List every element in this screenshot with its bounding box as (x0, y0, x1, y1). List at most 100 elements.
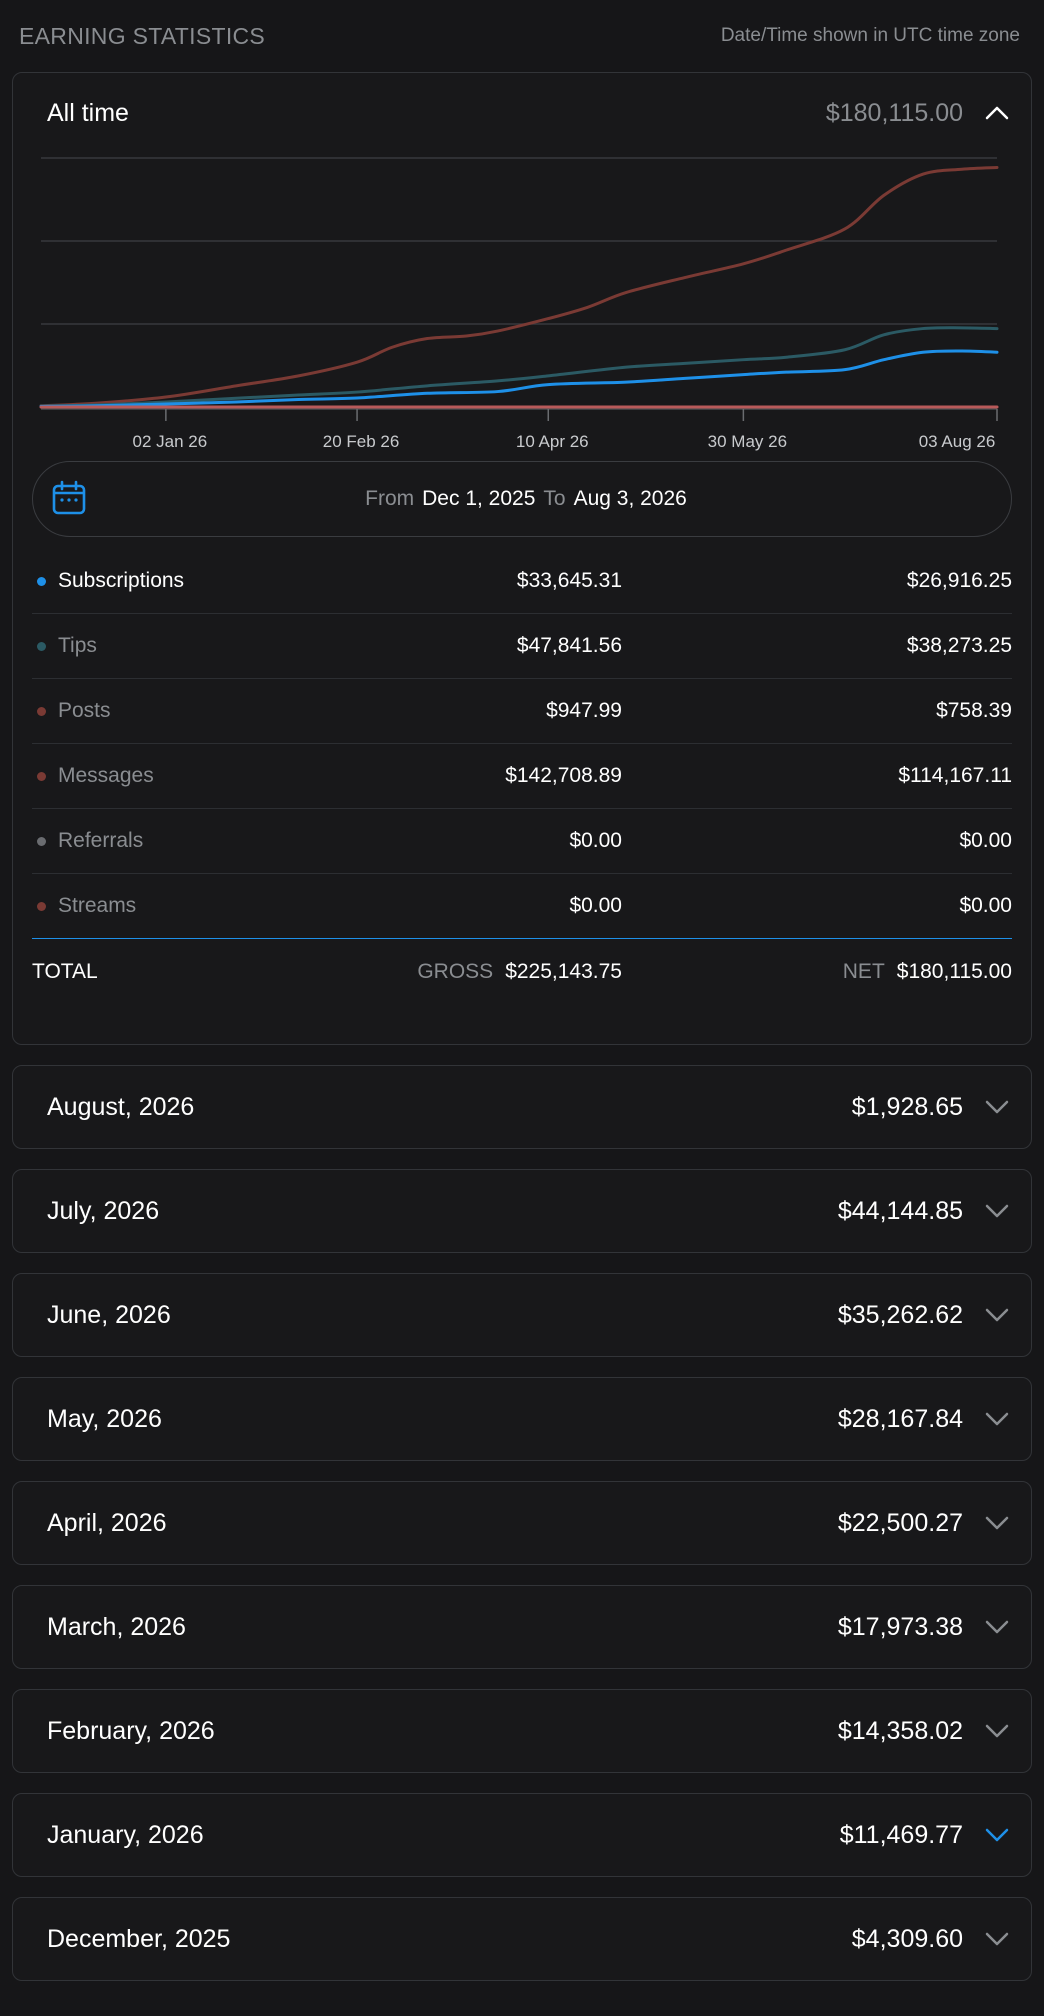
breakdown-table: Subscriptions $33,645.31 $26,916.25 Tips $47… (32, 549, 1012, 939)
breakdown-label: Referrals (58, 829, 144, 852)
gross-total: $225,143.75 (505, 960, 622, 983)
breakdown-name: Messages (32, 764, 422, 788)
breakdown-row[interactable]: Tips $47,841.56 $38,273.25 (32, 614, 1012, 679)
net-total: $180,115.00 (896, 960, 1012, 983)
breakdown-label: Tips (58, 634, 97, 657)
gross-label: GROSS (417, 960, 494, 983)
date-range-text: From Dec 1, 2025 To Aug 3, 2026 (33, 487, 1011, 511)
x-tick-label: 03 Aug 26 (919, 432, 996, 451)
to-label: To (543, 487, 566, 510)
from-label: From (365, 487, 415, 510)
month-label: January, 2026 (47, 1820, 204, 1849)
month-amount: $4,309.60 (851, 1924, 963, 1953)
breakdown-label: Streams (58, 894, 137, 917)
month-row[interactable]: July, 2026 $44,144.85 (12, 1169, 1032, 1253)
chevron-down-icon[interactable] (983, 1301, 1011, 1329)
month-label: February, 2026 (47, 1716, 215, 1745)
breakdown-net: $38,273.25 (906, 634, 1012, 657)
breakdown-net: $758.39 (936, 699, 1012, 722)
chevron-down-icon[interactable] (983, 1405, 1011, 1433)
total-label: TOTAL (32, 960, 98, 983)
month-amount: $11,469.77 (839, 1820, 963, 1849)
all-time-amount: $180,115.00 (825, 98, 963, 127)
month-amount: $1,928.65 (851, 1092, 963, 1121)
breakdown-name: Tips (32, 634, 422, 658)
breakdown-name: Posts (32, 699, 422, 723)
to-date[interactable]: Aug 3, 2026 (574, 487, 687, 510)
breakdown-row[interactable]: Posts $947.99 $758.39 (32, 679, 1012, 744)
series-dot (37, 576, 46, 586)
series-dot (37, 771, 46, 781)
breakdown-gross: $33,645.31 (516, 569, 622, 592)
x-tick-label: 10 Apr 26 (516, 432, 589, 451)
x-tick-label: 02 Jan 26 (133, 432, 208, 451)
all-time-label: All time (47, 98, 129, 127)
chevron-down-icon[interactable] (983, 1093, 1011, 1121)
month-amount: $17,973.38 (837, 1612, 963, 1641)
month-row[interactable]: February, 2026 $14,358.02 (12, 1689, 1032, 1773)
chevron-down-icon[interactable] (983, 1925, 1011, 1953)
breakdown-name: Referrals (32, 829, 422, 853)
from-date[interactable]: Dec 1, 2025 (422, 487, 535, 510)
page-header: EARNING STATISTICS Date/Time shown in UT… (0, 0, 1044, 72)
earnings-chart-svg: 02 Jan 26 20 Feb 26 10 Apr 26 30 May 26 03 A… (39, 157, 999, 451)
month-row[interactable]: December, 2025 $4,309.60 (12, 1897, 1032, 1981)
chevron-down-icon[interactable] (983, 1197, 1011, 1225)
month-amount: $35,262.62 (837, 1300, 963, 1329)
month-row[interactable]: March, 2026 $17,973.38 (12, 1585, 1032, 1669)
breakdown-label: Subscriptions (58, 569, 185, 592)
series-dot (37, 641, 46, 651)
month-label: December, 2025 (47, 1924, 231, 1953)
series-dot (37, 706, 46, 716)
series-dot (37, 836, 46, 846)
timezone-note: Date/Time shown in UTC time zone (720, 25, 1020, 46)
breakdown-gross: $0.00 (569, 829, 622, 852)
breakdown-gross: $0.00 (569, 894, 622, 917)
month-row[interactable]: January, 2026 $11,469.77 (12, 1793, 1032, 1877)
month-label: April, 2026 (47, 1508, 167, 1537)
calendar-icon[interactable] (51, 480, 87, 516)
breakdown-net: $0.00 (959, 829, 1012, 852)
breakdown-row[interactable]: Messages $142,708.89 $114,167.11 (32, 744, 1012, 809)
breakdown-name: Streams (32, 894, 422, 918)
breakdown-label: Messages (58, 764, 154, 787)
page-title: EARNING STATISTICS (19, 22, 266, 49)
month-row[interactable]: May, 2026 $28,167.84 (12, 1377, 1032, 1461)
chevron-down-icon[interactable] (983, 1613, 1011, 1641)
x-tick-label: 30 May 26 (708, 432, 787, 451)
month-label: June, 2026 (47, 1300, 171, 1329)
month-row[interactable]: April, 2026 $22,500.27 (12, 1481, 1032, 1565)
month-label: July, 2026 (47, 1196, 160, 1225)
breakdown-net: $114,167.11 (898, 764, 1012, 787)
breakdown-net: $26,916.25 (906, 569, 1012, 592)
monthly-list: August, 2026 $1,928.65 July, 2026 $44,144.8… (0, 1065, 1044, 1981)
breakdown-net: $0.00 (959, 894, 1012, 917)
breakdown-label: Posts (58, 699, 111, 722)
series-line-0 (39, 165, 999, 408)
chevron-down-icon[interactable] (983, 1509, 1011, 1537)
breakdown-row[interactable]: Referrals $0.00 $0.00 (32, 809, 1012, 874)
net-label: NET (842, 960, 885, 983)
breakdown-name: Subscriptions (32, 569, 422, 593)
month-amount: $22,500.27 (837, 1508, 963, 1537)
month-row[interactable]: June, 2026 $35,262.62 (12, 1273, 1032, 1357)
chevron-down-icon[interactable] (983, 1717, 1011, 1745)
month-amount: $44,144.85 (837, 1196, 963, 1225)
breakdown-row[interactable]: Subscriptions $33,645.31 $26,916.25 (32, 549, 1012, 614)
month-label: May, 2026 (47, 1404, 162, 1433)
month-row[interactable]: August, 2026 $1,928.65 (12, 1065, 1032, 1149)
breakdown-row[interactable]: Streams $0.00 $0.00 (32, 874, 1012, 939)
month-amount: $14,358.02 (837, 1716, 963, 1745)
all-time-card: All time $180,115.00 02 Jan 26 20 Feb 26 1… (12, 72, 1032, 1045)
month-amount: $28,167.84 (837, 1404, 963, 1433)
all-time-header[interactable]: All time $180,115.00 (13, 73, 1031, 153)
chevron-up-icon[interactable] (983, 99, 1011, 127)
date-range-picker[interactable]: From Dec 1, 2025 To Aug 3, 2026 (32, 461, 1012, 537)
total-row: TOTAL GROSS $225,143.75 NET $180,115.00 (32, 939, 1012, 1005)
earnings-chart: 02 Jan 26 20 Feb 26 10 Apr 26 30 May 26 03 A… (13, 153, 1031, 461)
breakdown-gross: $47,841.56 (516, 634, 622, 657)
month-label: March, 2026 (47, 1612, 186, 1641)
breakdown-gross: $142,708.89 (505, 764, 622, 787)
chevron-down-icon[interactable] (983, 1821, 1011, 1849)
x-tick-label: 20 Feb 26 (323, 432, 400, 451)
